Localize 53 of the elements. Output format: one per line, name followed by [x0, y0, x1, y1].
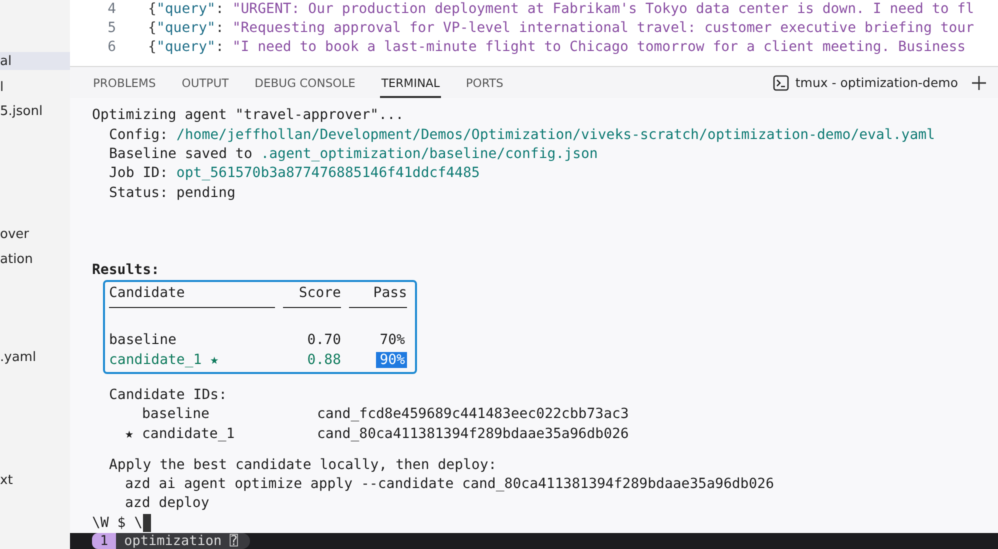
column-header: Pass: [372, 284, 407, 304]
results-label: Results:: [92, 260, 160, 280]
file-item[interactable]: xt: [0, 470, 70, 495]
code-line: {"query": "Requesting approval for VP-level international travel: customer executive briefing tour: [148, 19, 974, 38]
candidate-name: candidate_1: [142, 426, 235, 442]
field-label: Baseline saved to: [109, 144, 252, 164]
field-value: pending: [176, 184, 236, 203]
table-cell-text: 0.88: [306, 350, 341, 370]
window-index[interactable]: 1: [92, 533, 116, 549]
code-line: {"query": "I need to book a last-minute flight to Chicago tomorrow for a client meeting. Business: [148, 38, 966, 57]
column-header: Score: [298, 284, 341, 304]
field-label: Config:: [109, 126, 168, 145]
file-item[interactable]: 5.jsonl: [0, 101, 70, 126]
table-cell-text: baseline: [109, 331, 178, 350]
line-number: 6: [106, 38, 117, 57]
terminal-line: Apply the best candidate locally, then deploy:: [108, 456, 498, 475]
column-header: Candidate: [109, 284, 186, 304]
line-number: 4: [106, 0, 117, 19]
table-cell-text: 70%: [378, 332, 406, 348]
terminal-icon: [773, 74, 790, 91]
ids-label: Candidate IDs:: [108, 386, 228, 405]
file-item[interactable]: over: [0, 224, 70, 249]
candidate-id: cand_80ca411381394f289bdaae35a96db026: [317, 424, 629, 444]
table-cell-text: candidate_1 ★: [109, 350, 220, 370]
file-item[interactable]: .yaml: [0, 347, 70, 372]
cursor: [142, 514, 151, 532]
star-icon: ★: [125, 426, 134, 442]
panel-tab[interactable]: DEBUG CONSOLE: [254, 67, 356, 98]
candidate-name: baseline: [142, 406, 210, 422]
field-label: Job ID:: [109, 164, 168, 184]
field-value: /home/jeffhollan/Development/Demos/Optimization/viveks-scratch/optimization-demo/eval.yaml: [176, 126, 935, 145]
field-value: opt_561570b3a877476885146f41ddcf4485: [176, 164, 480, 184]
window-tab[interactable]: optimization ⍰: [116, 533, 250, 549]
command-line: azd deploy: [124, 494, 210, 514]
candidate-id: cand_fcd8e459689c441483eec022cbb73ac3: [317, 405, 629, 424]
field-label: Status:: [109, 184, 168, 203]
file-item[interactable]: al: [0, 52, 70, 70]
shell-prompt: \W $ \: [92, 514, 143, 533]
panel-tab[interactable]: TERMINAL: [380, 67, 441, 98]
code-line: {"query": "URGENT: Our production deployment at Fabrikam's Tokyo data center is down. I need to fl: [148, 0, 974, 19]
panel-tab[interactable]: PROBLEMS: [92, 67, 157, 98]
panel-tab[interactable]: OUTPUT: [180, 67, 230, 98]
terminal-name[interactable]: tmux - optimization-demo: [795, 75, 958, 90]
field-value: .agent_optimization/baseline/config.json: [260, 144, 598, 164]
command-line: azd ai agent optimize apply --candidate cand_80ca411381394f289bdaae35a96db026: [124, 475, 776, 494]
terminal-line: Optimizing agent "travel-approver"...: [92, 106, 405, 126]
table-cell: 90%: [376, 352, 407, 368]
file-item[interactable]: l: [0, 76, 70, 102]
add-icon[interactable]: [972, 76, 986, 90]
file-item[interactable]: ation: [0, 248, 70, 274]
panel-tab[interactable]: PORTS: [464, 67, 504, 98]
table-cell-text: 0.70: [306, 331, 341, 350]
line-number: 5: [106, 19, 117, 38]
